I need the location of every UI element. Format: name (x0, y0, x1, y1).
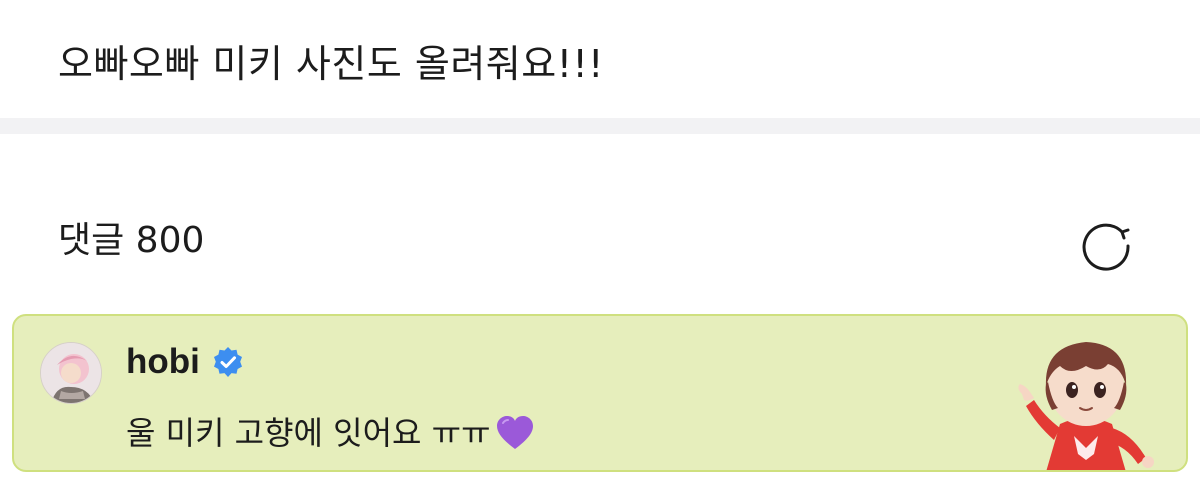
username-row: hobi (126, 340, 244, 384)
character-sticker (1008, 324, 1164, 470)
refresh-button[interactable] (1078, 216, 1134, 272)
post-text: 오빠오빠 미키 사진도 올려줘요!!! (58, 42, 604, 86)
refresh-icon (1082, 223, 1130, 271)
verified-badge-icon (213, 347, 242, 377)
section-divider (0, 118, 1200, 134)
post-body: 오빠오빠 미키 사진도 올려줘요!!! (0, 0, 1200, 118)
character-sticker-image (1018, 342, 1154, 470)
comment-text-row: 울 미키 고향에 잇어요 ㅠㅠ (126, 412, 535, 454)
comments-count-title: 댓글 800 (58, 220, 205, 261)
avatar[interactable] (40, 342, 102, 404)
avatar-image (41, 343, 101, 403)
pinned-comment: hobi 울 미키 고향에 잇어요 ㅠㅠ (12, 314, 1188, 472)
comment-text: 울 미키 고향에 잇어요 ㅠㅠ (126, 414, 491, 452)
purple-heart-icon (496, 416, 533, 449)
username[interactable]: hobi (126, 340, 200, 384)
comments-header: 댓글 800 (0, 134, 1200, 314)
